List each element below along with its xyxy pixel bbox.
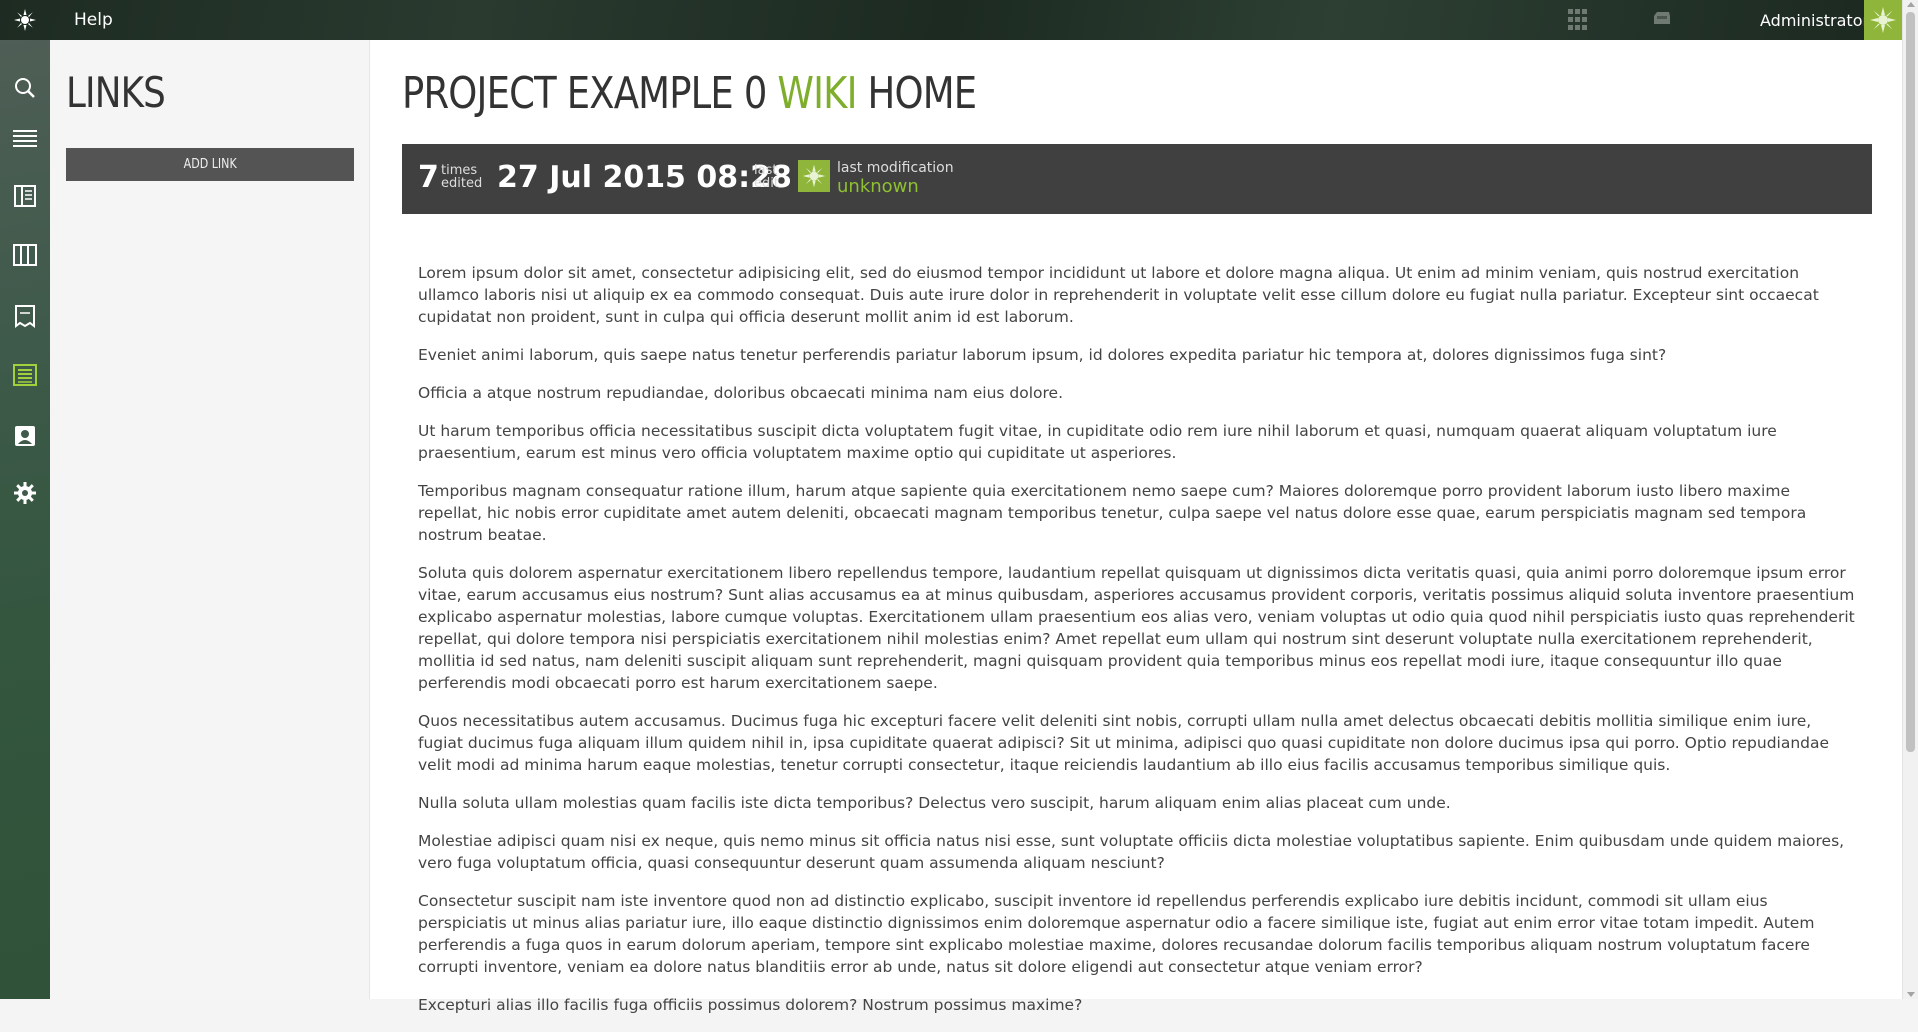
- times-edited-value: 7: [418, 160, 439, 195]
- wiki-icon[interactable]: [0, 353, 50, 397]
- gear-icon[interactable]: [0, 471, 50, 515]
- receipt-icon[interactable]: [0, 294, 50, 338]
- add-link-button[interactable]: ADD LINK: [66, 148, 354, 181]
- book-icon[interactable]: [0, 174, 50, 218]
- links-title: LINKS: [66, 68, 166, 117]
- page-title-part1: PROJECT EXAMPLE 0: [402, 68, 778, 119]
- inbox-icon[interactable]: [1652, 10, 1672, 30]
- help-menu[interactable]: Help: [74, 10, 113, 30]
- paragraph: Officia a atque nostrum repudiandae, dol…: [418, 384, 1064, 402]
- wiki-stats-bar: 7 times edited 27 Jul 2015 08:28 last ed…: [402, 144, 1872, 214]
- page-scrollbar[interactable]: [1902, 0, 1918, 999]
- last-modification-user[interactable]: unknown: [837, 176, 919, 197]
- last-edit-label-2: edit: [754, 176, 779, 191]
- paragraph: Consectetur suscipit nam iste inventore …: [418, 892, 1815, 976]
- main-content: PROJECT EXAMPLE 0 WIKI HOME 7 times edit…: [370, 40, 1902, 1014]
- modifier-avatar-icon: [798, 160, 830, 192]
- wiki-content: Lorem ipsum dolor sit amet, consectetur …: [418, 262, 1858, 1032]
- logo-icon[interactable]: [0, 0, 50, 40]
- paragraph: Lorem ipsum dolor sit amet, consectetur …: [418, 264, 1819, 326]
- user-avatar[interactable]: [1864, 0, 1902, 40]
- paragraph: Ut harum temporibus officia necessitatib…: [418, 422, 1777, 462]
- paragraph: Nulla soluta ullam molestias quam facili…: [418, 794, 1451, 812]
- page-title-accent: WIKI: [777, 68, 857, 119]
- paragraph: Soluta quis dolorem aspernatur exercitat…: [418, 564, 1855, 692]
- page-title: PROJECT EXAMPLE 0 WIKI HOME: [402, 68, 978, 119]
- last-edit-value: 27 Jul 2015 08:28: [497, 160, 792, 195]
- page-title-part2: HOME: [856, 68, 978, 119]
- columns-icon[interactable]: [0, 233, 50, 277]
- scrollbar-thumb[interactable]: [1906, 12, 1915, 752]
- left-nav: [0, 40, 50, 999]
- scroll-up-icon[interactable]: [1907, 2, 1915, 7]
- add-link-label: ADD LINK: [183, 157, 237, 172]
- list-icon[interactable]: [0, 117, 50, 161]
- times-edited-label-2: edited: [441, 176, 483, 191]
- apps-grid-icon[interactable]: [1568, 9, 1590, 31]
- paragraph: Temporibus magnam consequatur ratione il…: [418, 482, 1807, 544]
- contact-card-icon[interactable]: [0, 414, 50, 458]
- paragraph: Eveniet animi laborum, quis saepe natus …: [418, 346, 1667, 364]
- search-icon[interactable]: [0, 66, 50, 110]
- paragraph: Quos necessitatibus autem accusamus. Duc…: [418, 712, 1830, 774]
- scroll-down-icon[interactable]: [1907, 992, 1915, 997]
- last-modification-label: last modification: [837, 160, 954, 176]
- paragraph: Excepturi alias illo facilis fuga offici…: [418, 996, 1083, 1014]
- links-panel: LINKS ADD LINK: [50, 40, 370, 999]
- user-name[interactable]: Administrator: [1760, 11, 1869, 30]
- top-bar: Help Administrator: [0, 0, 1902, 40]
- paragraph: Molestiae adipisci quam nisi ex neque, q…: [418, 832, 1845, 872]
